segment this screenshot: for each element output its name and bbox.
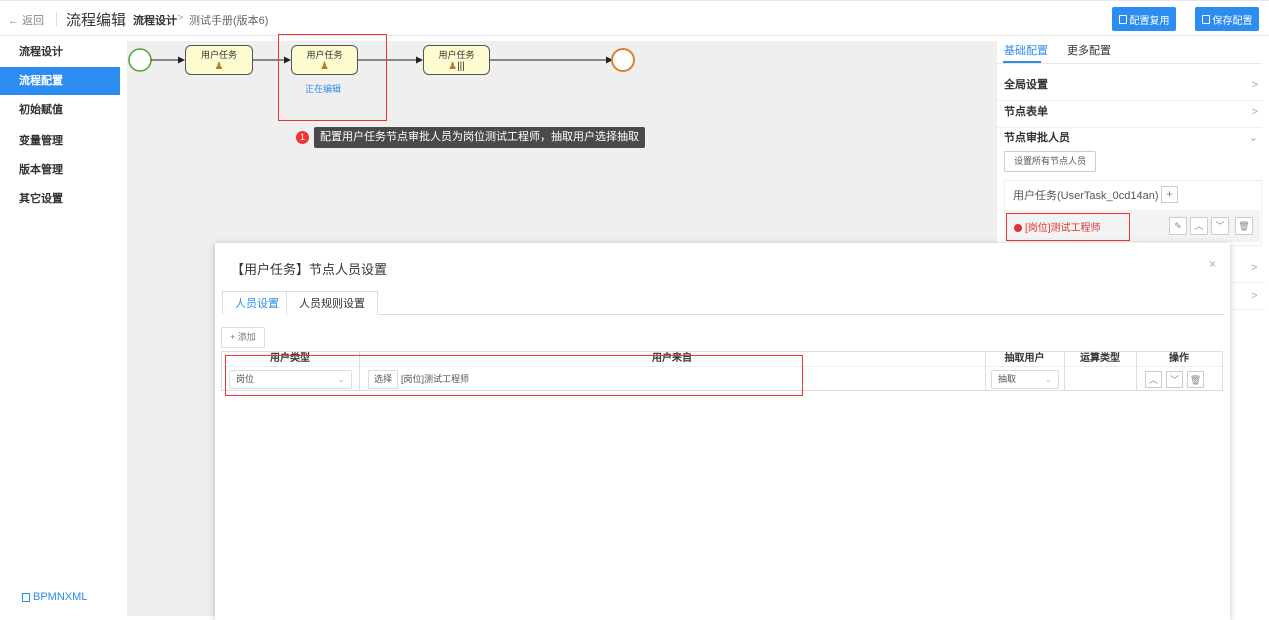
chevron-right-icon[interactable]: > (1251, 262, 1257, 274)
highlight-box-assignee (1006, 213, 1130, 241)
task-label: 用户任务 (200, 50, 237, 60)
move-up-button[interactable]: ︿ (1190, 217, 1208, 235)
reuse-config-button[interactable]: 配置复用 (1112, 7, 1176, 31)
add-row-button[interactable]: + 添加 (221, 327, 265, 348)
tab-basic-config[interactable]: 基础配置 (1004, 42, 1048, 58)
save-config-button[interactable]: 保存配置 (1195, 7, 1259, 31)
chevron-right-icon: > (1251, 106, 1258, 118)
column-header-op-type: 运算类型 (1080, 353, 1120, 364)
pick-user-value: 抽取 (998, 374, 1017, 384)
column-header-actions: 操作 (1169, 353, 1189, 364)
row-delete-button[interactable]: 🗑 (1187, 371, 1204, 388)
highlight-box-row (225, 355, 803, 396)
save-config-label: 保存配置 (1212, 15, 1253, 27)
move-down-button[interactable]: ﹀ (1211, 217, 1229, 235)
close-icon[interactable]: × (1209, 257, 1216, 271)
node-personnel-modal: 【用户任务】节点人员设置 × 人员设置 人员规则设置 + 添加 用户类型 用户来… (215, 243, 1230, 620)
file-icon (22, 592, 30, 602)
sidebar-item-versions[interactable]: 版本管理 (0, 156, 120, 184)
tab-more-config[interactable]: 更多配置 (1067, 42, 1111, 58)
user-task-1[interactable]: 用户任务 ♟ (185, 45, 253, 75)
chevron-right-icon: > (1251, 79, 1258, 91)
highlight-box-task (278, 34, 387, 121)
annotation-badge: 1 (296, 131, 309, 144)
section-global-settings[interactable]: 全局设置 > (1004, 72, 1262, 98)
section-form-label: 节点表单 (1004, 106, 1048, 118)
edit-button[interactable]: ✎ (1169, 217, 1187, 235)
divider (1230, 309, 1265, 310)
save-icon (1201, 14, 1210, 24)
row-move-down-button[interactable]: ﹀ (1166, 371, 1183, 388)
section-approvers-label: 节点审批人员 (1004, 132, 1070, 144)
set-all-nodes-button[interactable]: 设置所有节点人员 (1004, 151, 1097, 172)
chevron-right-icon[interactable]: > (1251, 290, 1257, 302)
tab-personnel-settings[interactable]: 人员设置 (222, 291, 292, 315)
row-move-up-button[interactable]: ︿ (1145, 371, 1162, 388)
bpmn-xml-link[interactable]: BPMNXML (22, 591, 87, 603)
modal-title: 【用户任务】节点人员设置 (231, 262, 388, 277)
chevron-down-icon: ⌄ (1248, 132, 1258, 144)
section-node-approvers[interactable]: 节点审批人员 ⌄ (1004, 125, 1262, 151)
task-label: 用户任务 (438, 50, 475, 60)
chevron-down-icon: ⌄ (1044, 374, 1052, 384)
section-node-form[interactable]: 节点表单 > (1004, 99, 1262, 125)
node-title: 用户任务(UserTask_0cd14an) (1013, 190, 1159, 202)
reuse-config-label: 配置复用 (1129, 15, 1170, 27)
copy-icon (1118, 14, 1127, 24)
multi-instance-user-icon: ♟||| (448, 61, 465, 72)
divider (1230, 282, 1265, 283)
annotation-tooltip: 配置用户任务节点审批人员为岗位测试工程师，抽取用户选择抽取 (314, 127, 645, 148)
tab-personnel-rules[interactable]: 人员规则设置 (286, 291, 378, 315)
tabs-divider (997, 63, 1262, 64)
end-event[interactable] (611, 48, 635, 72)
column-divider (1222, 352, 1223, 391)
add-approver-button[interactable]: + (1161, 186, 1178, 203)
section-global-label: 全局设置 (1004, 79, 1048, 91)
user-icon: ♟ (214, 61, 224, 72)
delete-button[interactable]: 🗑 (1235, 217, 1253, 235)
bpmn-xml-label: BPMNXML (33, 591, 88, 603)
user-task-3[interactable]: 用户任务 ♟||| (423, 45, 490, 75)
pick-user-select[interactable]: 抽取 ⌄ (991, 370, 1059, 389)
sidebar-item-other-settings[interactable]: 其它设置 (0, 185, 120, 213)
start-event[interactable] (128, 48, 152, 72)
column-header-pick-user: 抽取用户 (1004, 353, 1045, 364)
